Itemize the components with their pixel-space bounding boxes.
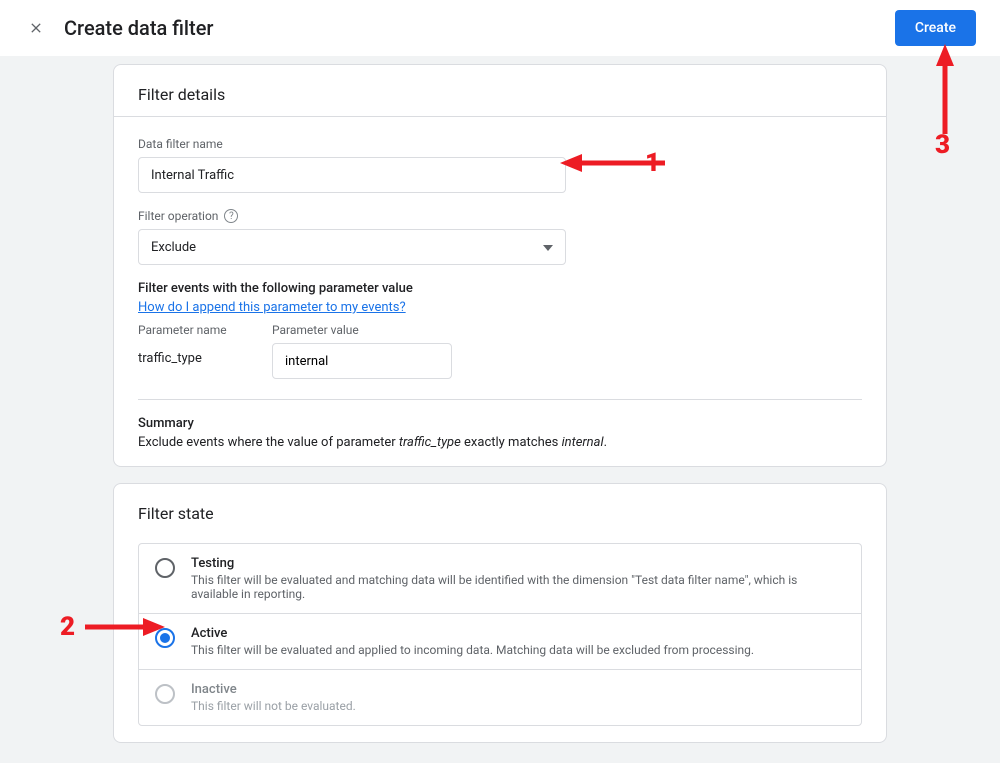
close-icon[interactable]: [24, 16, 48, 40]
filter-events-title: Filter events with the following paramet…: [138, 281, 862, 296]
summary-param: traffic_type: [399, 435, 461, 450]
summary-mid: exactly matches: [461, 435, 562, 450]
summary-title: Summary: [138, 416, 862, 431]
filter-operation-label: Filter operation ?: [138, 209, 862, 223]
option-title: Inactive: [191, 682, 356, 697]
summary-value: internal: [562, 435, 604, 450]
summary-post: .: [604, 435, 607, 450]
parameter-name-value: traffic_type: [138, 343, 248, 366]
filter-state-option-active[interactable]: Active This filter will be evaluated and…: [139, 613, 861, 669]
option-title: Active: [191, 626, 754, 641]
create-button[interactable]: Create: [895, 10, 976, 46]
filter-details-card: Filter details Data filter name Filter o…: [113, 64, 887, 467]
app-header: Create data filter Create: [0, 0, 1000, 56]
option-title: Testing: [191, 556, 845, 571]
filter-events-help-link[interactable]: How do I append this parameter to my eve…: [138, 300, 406, 315]
filter-state-option-testing[interactable]: Testing This filter will be evaluated an…: [139, 544, 861, 613]
filter-state-option-inactive[interactable]: Inactive This filter will not be evaluat…: [139, 669, 861, 725]
radio-inactive[interactable]: [155, 684, 175, 704]
filter-operation-select[interactable]: Exclude: [138, 229, 566, 265]
radio-active[interactable]: [155, 628, 175, 648]
parameter-value-label: Parameter value: [272, 323, 452, 337]
parameter-value-input[interactable]: [272, 343, 452, 379]
filter-operation-value: Exclude: [151, 240, 196, 255]
filter-name-input[interactable]: [138, 157, 566, 193]
parameter-name-label: Parameter name: [138, 323, 248, 337]
filter-operation-label-text: Filter operation: [138, 209, 218, 223]
summary-text: Exclude events where the value of parame…: [138, 435, 862, 450]
filter-state-card: Filter state Testing This filter will be…: [113, 483, 887, 743]
summary-pre: Exclude events where the value of parame…: [138, 435, 399, 450]
help-icon[interactable]: ?: [224, 209, 238, 223]
page-title: Create data filter: [64, 16, 213, 40]
option-desc: This filter will be evaluated and matchi…: [191, 573, 845, 601]
filter-name-label: Data filter name: [138, 137, 862, 151]
filter-details-title: Filter details: [114, 65, 886, 116]
option-desc: This filter will not be evaluated.: [191, 699, 356, 713]
chevron-down-icon: [543, 240, 553, 255]
filter-state-title: Filter state: [114, 484, 886, 535]
option-desc: This filter will be evaluated and applie…: [191, 643, 754, 657]
radio-testing[interactable]: [155, 558, 175, 578]
header-left: Create data filter: [24, 16, 213, 40]
filter-state-options: Testing This filter will be evaluated an…: [138, 543, 862, 726]
